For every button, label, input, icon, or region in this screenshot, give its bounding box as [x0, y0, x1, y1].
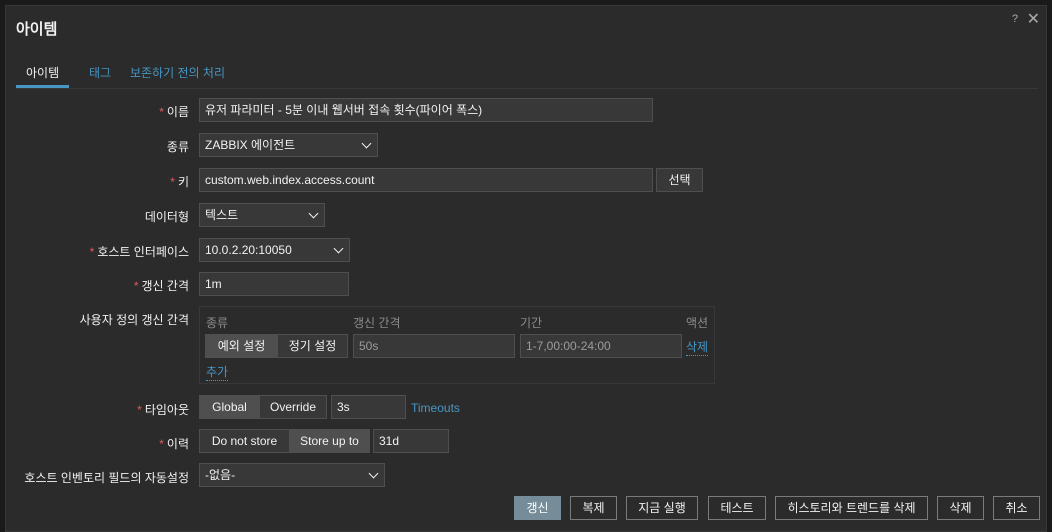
update-button[interactable]: 갱신 — [514, 496, 561, 520]
custom-intervals-table: 종류 갱신 간격 기간 액션 예외 설정 정기 설정 50s 1-7,00:00… — [199, 306, 715, 384]
timeout-label: * 타임아웃 — [137, 403, 189, 417]
interval-field[interactable]: 1m — [199, 272, 349, 296]
custom-intervals-header-interval: 갱신 간격 — [353, 316, 401, 330]
custom-intervals-header-period: 기간 — [520, 316, 543, 330]
inventory-select[interactable]: -없음- — [199, 463, 385, 487]
inventory-select-value: -없음- — [205, 468, 236, 482]
custom-intervals-label: 사용자 정의 갱신 간격 — [79, 313, 189, 327]
custom-interval-remove-link[interactable]: 삭제 — [686, 338, 709, 356]
history-field[interactable]: 31d — [373, 429, 449, 453]
type-label: 종류 — [166, 140, 189, 154]
history-store-up-to-button[interactable]: Store up to — [289, 430, 369, 452]
timeout-override-button[interactable]: Override — [259, 396, 326, 418]
timeouts-link[interactable]: Timeouts — [411, 401, 460, 415]
interface-select[interactable]: 10.0.2.20:10050 — [199, 238, 350, 262]
interface-select-value: 10.0.2.20:10050 — [205, 243, 292, 257]
type-select[interactable]: ZABBIX 에이전트 — [199, 133, 378, 157]
timeout-global-button[interactable]: Global — [200, 396, 259, 418]
inventory-label: 호스트 인벤토리 필드의 자동설정 — [24, 471, 189, 485]
tab-item[interactable]: 아이템 — [15, 64, 70, 88]
datatype-select-value: 텍스트 — [205, 208, 239, 222]
chevron-down-icon — [368, 468, 379, 479]
mode-flexible-button[interactable]: 예외 설정 — [206, 335, 277, 357]
item-dialog: 아이템 ? ✕ 아이템 태그 보존하기 전의 처리 * 이름 유저 파라미터 - … — [5, 5, 1047, 532]
custom-interval-add-link[interactable]: 추가 — [206, 363, 229, 381]
clone-button[interactable]: 복제 — [570, 496, 617, 520]
interval-mode-toggle: 예외 설정 정기 설정 — [205, 334, 348, 358]
name-field[interactable]: 유저 파라미터 - 5분 이내 웹서버 접속 횟수(파이어 폭스) — [199, 98, 653, 122]
interface-label: * 호스트 인터페이스 — [89, 245, 189, 259]
chevron-down-icon — [308, 208, 319, 219]
history-label: * 이력 — [159, 437, 189, 451]
tab-bar: 아이템 태그 보존하기 전의 처리 — [15, 58, 1038, 89]
custom-intervals-header-action: 액션 — [686, 316, 709, 330]
type-select-value: ZABBIX 에이전트 — [205, 138, 296, 152]
dialog-title: 아이템 — [16, 21, 58, 38]
clear-history-button[interactable]: 히스토리와 트렌드를 삭제 — [775, 496, 928, 520]
custom-period-field[interactable]: 1-7,00:00-24:00 — [520, 334, 682, 358]
custom-interval-field[interactable]: 50s — [353, 334, 515, 358]
name-label: * 이름 — [159, 105, 189, 119]
datatype-select[interactable]: 텍스트 — [199, 203, 325, 227]
timeout-field[interactable]: 3s — [331, 395, 406, 419]
tab-preprocessing[interactable]: 보존하기 전의 처리 — [130, 64, 225, 81]
history-mode-toggle: Do not store Store up to — [199, 429, 370, 453]
timeout-mode-toggle: Global Override — [199, 395, 327, 419]
delete-button[interactable]: 삭제 — [937, 496, 984, 520]
custom-intervals-header-type: 종류 — [206, 316, 229, 330]
interval-label: * 갱신 간격 — [133, 279, 189, 293]
mode-scheduling-button[interactable]: 정기 설정 — [277, 335, 347, 357]
key-field[interactable]: custom.web.index.access.count — [199, 168, 653, 192]
help-icon[interactable]: ? — [1012, 13, 1018, 25]
execute-now-button[interactable]: 지금 실행 — [626, 496, 698, 520]
datatype-label: 데이터형 — [144, 210, 189, 224]
cancel-button[interactable]: 취소 — [993, 496, 1040, 520]
chevron-down-icon — [361, 138, 372, 149]
history-do-not-store-button[interactable]: Do not store — [200, 430, 289, 452]
tab-tags[interactable]: 태그 — [89, 64, 111, 81]
chevron-down-icon — [333, 243, 344, 254]
key-label: * 키 — [170, 175, 189, 189]
test-button[interactable]: 테스트 — [708, 496, 766, 520]
key-select-button[interactable]: 선택 — [656, 168, 703, 192]
close-icon[interactable]: ✕ — [1027, 9, 1040, 29]
